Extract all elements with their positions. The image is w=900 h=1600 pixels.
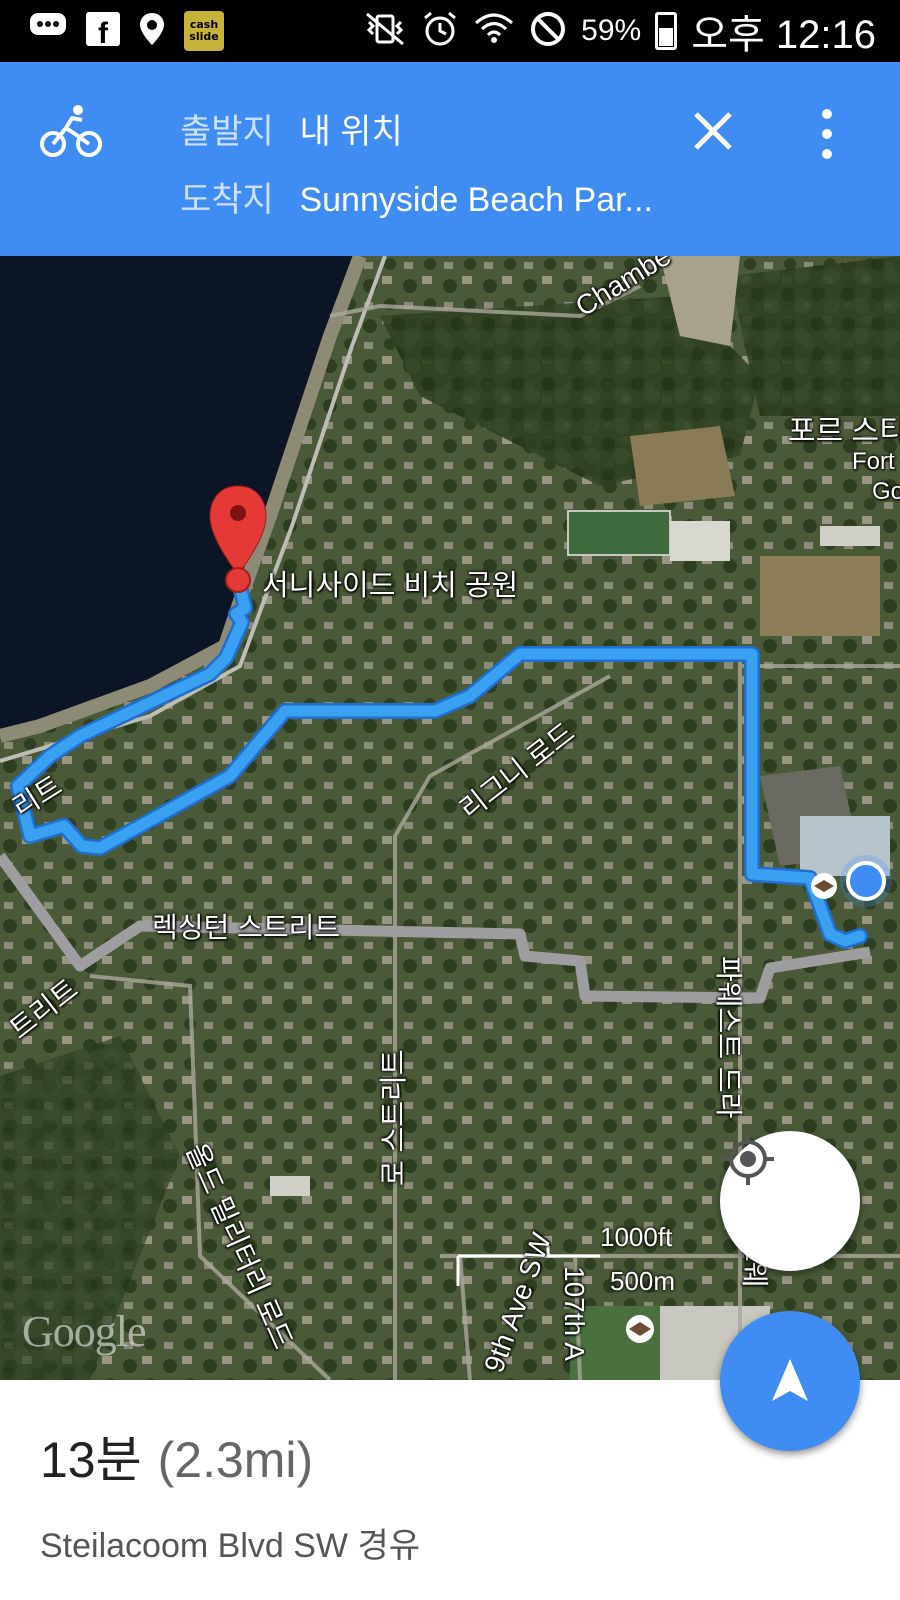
map-label-fort-en-2: Go xyxy=(872,478,900,505)
alarm-icon xyxy=(421,10,459,52)
destination-field[interactable]: 도착지 Sunnyside Beach Par... xyxy=(180,172,653,221)
location-pin-icon xyxy=(138,11,166,51)
message-icon xyxy=(28,8,68,54)
map-label-fort-en: Fort xyxy=(852,448,895,475)
map-label-107th: 107th A xyxy=(559,1266,590,1361)
mute-vibrate-icon xyxy=(363,12,407,50)
more-vert-icon[interactable] xyxy=(812,106,842,162)
route-time: 13분 xyxy=(40,1432,142,1488)
origin-value[interactable]: 내 위치 xyxy=(299,113,402,151)
cash-slide-text-2: slide xyxy=(189,30,219,43)
navigate-button[interactable] xyxy=(720,1311,860,1451)
directions-header: 출발지 내 위치 도착지 Sunnyside Beach Par... xyxy=(0,62,900,256)
svg-text:f: f xyxy=(98,17,109,46)
destination-value[interactable]: Sunnyside Beach Par... xyxy=(299,181,652,219)
navigation-arrow-icon xyxy=(772,1359,808,1401)
my-location-icon xyxy=(722,1133,774,1185)
google-logo: Google xyxy=(22,1307,147,1356)
battery-percent: 59% xyxy=(581,14,642,47)
status-icons-left: f cash slide xyxy=(28,8,224,54)
map-label-fort: 포르 스티 xyxy=(788,415,900,448)
route-distance: (2.3mi) xyxy=(157,1432,314,1488)
status-bar: f cash slide 59% 오후 12:16 xyxy=(0,0,900,62)
my-location-button[interactable] xyxy=(720,1131,860,1271)
route-summary: 13분 (2.3mi) xyxy=(40,1420,313,1492)
scale-ft-label: 1000ft xyxy=(600,1222,673,1252)
scale-m-label: 500m xyxy=(610,1266,676,1296)
status-icons-right: 59% 오후 12:16 xyxy=(363,8,876,57)
origin-label: 출발지 xyxy=(180,113,274,151)
school-marker-icon xyxy=(811,873,837,899)
origin-field[interactable]: 출발지 내 위치 xyxy=(180,104,403,153)
map-view[interactable]: Chambe 포르 스티 Fort Go 서니사이드 비치 공원 리트 리그니 … xyxy=(0,256,900,1380)
my-location-dot-icon xyxy=(840,855,892,907)
close-icon[interactable] xyxy=(688,106,738,156)
status-time: 오후 12:16 xyxy=(691,13,876,57)
cash-slide-icon: cash slide xyxy=(184,11,224,51)
route-via: Steilacoom Blvd SW 경유 xyxy=(40,1527,420,1565)
school-marker-icon-2 xyxy=(626,1315,654,1343)
map-label-street-mid: 로 스트리트 xyxy=(378,1049,409,1186)
destination-label: 도착지 xyxy=(180,181,274,219)
map-label-farwest: 파웨스트 드라 xyxy=(713,956,744,1119)
wifi-icon xyxy=(473,10,515,52)
map-label-lexington: 렉싱턴 스트리트 xyxy=(152,912,341,943)
bicycle-icon[interactable] xyxy=(38,100,104,166)
map-label-destination[interactable]: 서니사이드 비치 공원 xyxy=(262,562,518,604)
battery-icon xyxy=(655,12,678,50)
facebook-icon: f xyxy=(86,12,120,50)
no-sign-icon xyxy=(529,10,567,52)
